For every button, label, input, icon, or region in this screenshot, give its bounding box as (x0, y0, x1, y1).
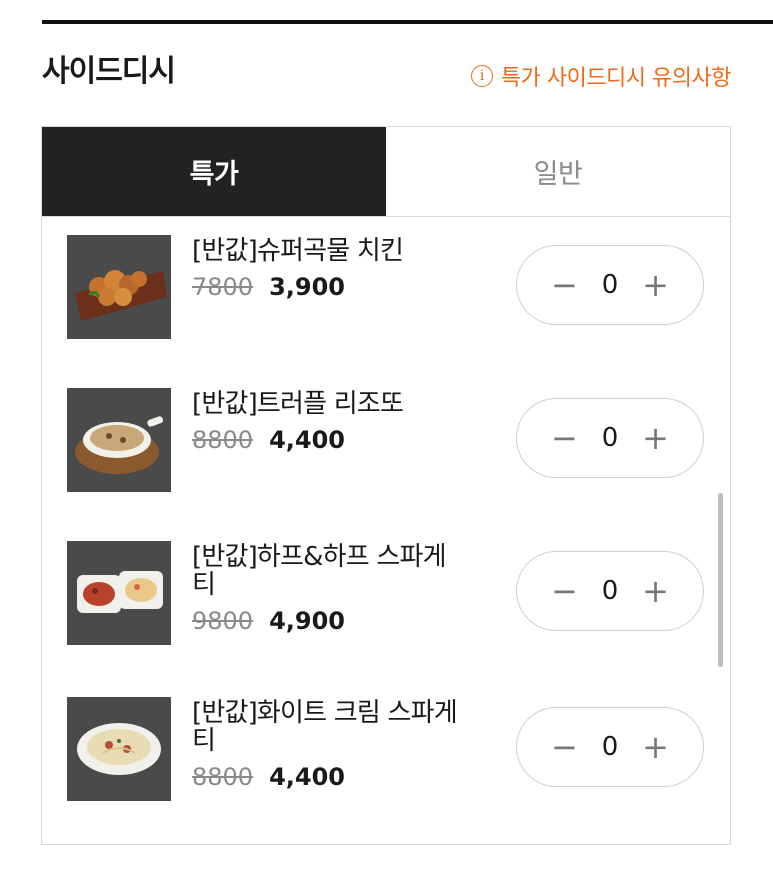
risotto-image (67, 388, 171, 492)
notice-label: 특가 사이드디시 유의사항 (500, 66, 732, 91)
plus-button[interactable]: + (642, 422, 669, 454)
item-name: [반값]슈퍼곡물 치킨 (192, 236, 404, 266)
sale-price: 4,400 (269, 763, 345, 791)
list-item: [반값]슈퍼곡물 치킨 7800 3,900 − 0 + (42, 235, 730, 345)
original-price: 8800 (192, 763, 254, 791)
info-icon: i (470, 65, 493, 87)
minus-button[interactable]: − (551, 575, 578, 607)
half-half-spaghetti-image (67, 541, 171, 645)
quantity-value: 0 (601, 732, 619, 762)
quantity-stepper: − 0 + (516, 707, 704, 787)
tab-bar: 특가 일반 (42, 127, 730, 217)
quantity-value: 0 (601, 423, 619, 453)
sale-price: 4,900 (269, 607, 345, 635)
quantity-stepper: − 0 + (516, 551, 704, 631)
list-item: [반값]트러플 리조또 8800 4,400 − 0 + (42, 388, 730, 498)
side-dish-panel: 특가 일반 [반값]슈퍼곡물 치킨 7800 3,900 − 0 + [반값]트… (41, 126, 731, 845)
quantity-value: 0 (601, 270, 619, 300)
section-title: 사이드디시 (42, 54, 176, 89)
plus-button[interactable]: + (642, 731, 669, 763)
tab-special[interactable]: 특가 (42, 127, 386, 216)
original-price: 8800 (192, 426, 254, 454)
list-item: [반값]하프&하프 스파게티 9800 4,900 − 0 + (42, 541, 730, 651)
tab-regular[interactable]: 일반 (386, 127, 730, 216)
side-dish-notice-link[interactable]: i 특가 사이드디시 유의사항 (470, 60, 732, 92)
sale-price: 4,400 (269, 426, 345, 454)
list-item: [반값]화이트 크림 스파게티 8800 4,400 − 0 + (42, 697, 730, 807)
minus-button[interactable]: − (551, 422, 578, 454)
cream-spaghetti-image (67, 697, 171, 801)
minus-button[interactable]: − (551, 731, 578, 763)
item-name: [반값]트러플 리조또 (192, 389, 404, 419)
quantity-value: 0 (601, 576, 619, 606)
quantity-stepper: − 0 + (516, 398, 704, 478)
original-price: 9800 (192, 607, 254, 635)
plus-button[interactable]: + (642, 575, 669, 607)
plus-button[interactable]: + (642, 269, 669, 301)
top-divider (42, 20, 773, 24)
sale-price: 3,900 (269, 273, 345, 301)
original-price: 7800 (192, 273, 254, 301)
quantity-stepper: − 0 + (516, 245, 704, 325)
fried-chicken-image (67, 235, 171, 339)
item-name: [반값]하프&하프 스파게티 (192, 542, 447, 600)
item-name: [반값]화이트 크림 스파게티 (192, 698, 458, 756)
scrollbar[interactable] (718, 493, 723, 667)
minus-button[interactable]: − (551, 269, 578, 301)
